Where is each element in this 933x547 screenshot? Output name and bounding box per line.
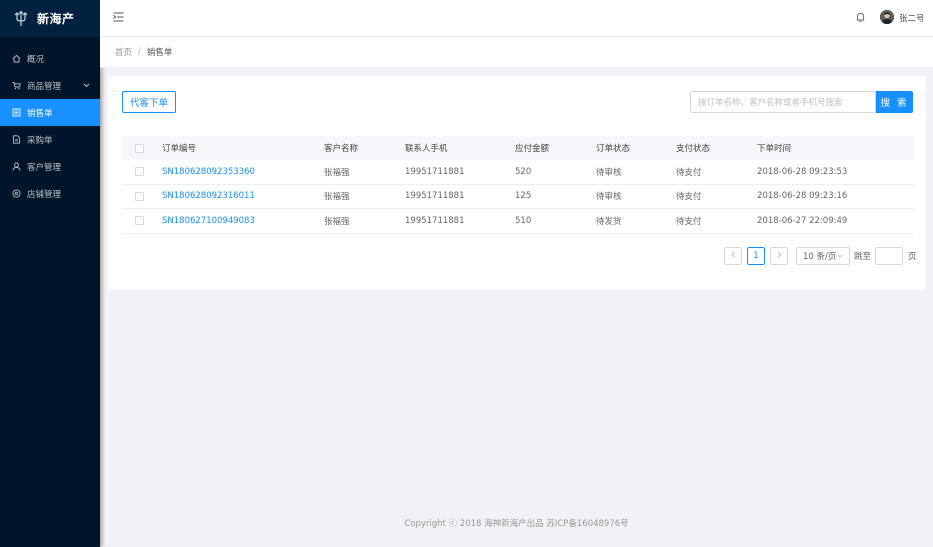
- sidebar-menu: 概况 商品管理 销售单 采购单 客户管理 店铺管理: [0, 45, 100, 207]
- home-icon: [12, 54, 21, 63]
- customer-name: 张福强: [324, 167, 350, 178]
- row-checkbox[interactable]: [135, 191, 144, 201]
- customer-name: 张福强: [324, 192, 350, 203]
- order-number-link[interactable]: SN180628092316011: [162, 191, 324, 201]
- chevron-right-icon: [777, 251, 782, 261]
- sidebar-item-label: 客户管理: [27, 162, 62, 173]
- table-row: SN180628092353360 张福强 19951711881 520 待审…: [122, 160, 914, 185]
- jump-page-input[interactable]: [875, 247, 904, 265]
- sidebar: 新海产 概况 商品管理 销售单 采购单 客户管理 店铺管理: [0, 0, 100, 547]
- shop-icon: [12, 189, 21, 198]
- order-number-link[interactable]: SN180627100949083: [162, 216, 324, 226]
- place-order-button[interactable]: 代客下单: [122, 91, 176, 113]
- order-time: 2018-06-28 09:23:53: [757, 166, 848, 177]
- search-input[interactable]: 按订单名称、客户名称或者手机号搜索: [690, 91, 876, 113]
- customer-name: 张福强: [324, 216, 350, 227]
- chevron-down-icon: [837, 251, 843, 261]
- bell-icon[interactable]: [856, 12, 865, 26]
- next-page-button[interactable]: [770, 247, 788, 265]
- breadcrumb-home[interactable]: 首页: [115, 46, 132, 58]
- column-header: 支付状态: [676, 144, 711, 154]
- cart-icon: [12, 81, 21, 90]
- order-time: 2018-06-28 09:23:16: [757, 191, 848, 202]
- pagination: 1 10 条/页 跳至 页: [724, 247, 917, 265]
- breadcrumb-current: 销售单: [146, 48, 173, 58]
- sidebar-item-label: 商品管理: [27, 81, 62, 92]
- select-all-checkbox[interactable]: [135, 143, 144, 153]
- breadcrumb: 首页 / 销售单: [100, 37, 933, 68]
- order-number-link[interactable]: SN180628092353360: [162, 167, 324, 177]
- sidebar-item-label: 采购单: [27, 135, 53, 146]
- table-row: SN180627100949083 张福强 19951711881 510 待发…: [122, 209, 914, 234]
- order-status: 待发货: [596, 216, 622, 227]
- amount-due: 125: [515, 191, 532, 202]
- column-header: 订单状态: [596, 144, 631, 154]
- column-header: 订单编号: [162, 144, 197, 154]
- contact-phone: 19951711881: [405, 166, 465, 177]
- orders-table: 订单编号 客户名称 联系人手机 应付金额 订单状态 支付状态 下单时间 SN18…: [122, 136, 914, 234]
- search-button[interactable]: 搜 索: [876, 91, 913, 113]
- page-size-value: 10 条/页: [803, 252, 837, 262]
- row-checkbox[interactable]: [135, 167, 144, 177]
- jump-label: 跳至: [854, 252, 872, 262]
- copyright-text: Copyright ⓒ 2018 海神新海产出品 苏ICP备16048976号: [404, 518, 629, 529]
- sidebar-item-sales-orders[interactable]: 销售单: [0, 99, 100, 126]
- column-header: 下单时间: [757, 144, 792, 154]
- sidebar-item-label: 销售单: [27, 108, 53, 119]
- document-icon: [12, 135, 21, 144]
- page-number-button[interactable]: 1: [747, 247, 765, 265]
- row-checkbox[interactable]: [135, 216, 144, 226]
- contact-phone: 19951711881: [405, 191, 465, 202]
- page-size-select[interactable]: 10 条/页: [796, 247, 850, 265]
- payment-status: 待支付: [676, 192, 702, 203]
- trident-logo-icon: [13, 10, 29, 28]
- username[interactable]: 张二号: [899, 12, 925, 24]
- sidebar-item-overview[interactable]: 概况: [0, 45, 100, 72]
- top-header: 张二号: [100, 0, 933, 37]
- chevron-left-icon: [731, 251, 736, 261]
- payment-status: 待支付: [676, 216, 702, 227]
- table-row: SN180628092316011 张福强 19951711881 125 待审…: [122, 185, 914, 209]
- sidebar-item-shops[interactable]: 店铺管理: [0, 180, 100, 207]
- column-header: 应付金额: [515, 144, 550, 154]
- sidebar-item-purchase-orders[interactable]: 采购单: [0, 126, 100, 153]
- sidebar-item-products[interactable]: 商品管理: [0, 72, 100, 99]
- order-status: 待审核: [596, 167, 622, 178]
- table-header: 订单编号 客户名称 联系人手机 应付金额 订单状态 支付状态 下单时间: [122, 136, 914, 160]
- sidebar-item-customers[interactable]: 客户管理: [0, 153, 100, 180]
- sidebar-item-label: 概况: [27, 54, 45, 65]
- amount-due: 520: [515, 166, 532, 177]
- order-status: 待审核: [596, 192, 622, 203]
- prev-page-button[interactable]: [724, 247, 742, 265]
- avatar[interactable]: [880, 10, 894, 24]
- contact-phone: 19951711881: [405, 215, 465, 226]
- page-unit-label: 页: [908, 252, 917, 262]
- chevron-down-icon: [83, 81, 90, 91]
- user-icon: [12, 162, 21, 171]
- order-time: 2018-06-27 22:09:49: [757, 215, 848, 226]
- sidebar-item-label: 店铺管理: [27, 189, 62, 200]
- sales-orders-card: 代客下单 按订单名称、客户名称或者手机号搜索 搜 索 订单编号 客户名称 联系人…: [108, 76, 926, 290]
- footer: Copyright ⓒ 2018 海神新海产出品 苏ICP备16048976号: [100, 498, 933, 547]
- column-header: 客户名称: [324, 144, 359, 154]
- amount-due: 510: [515, 215, 532, 226]
- brand-name: 新海产: [37, 12, 75, 26]
- list-icon: [12, 108, 21, 117]
- payment-status: 待支付: [676, 167, 702, 178]
- menu-fold-icon[interactable]: [113, 12, 124, 25]
- column-header: 联系人手机: [405, 144, 448, 154]
- breadcrumb-separator: /: [138, 47, 141, 57]
- logo[interactable]: 新海产: [0, 0, 100, 37]
